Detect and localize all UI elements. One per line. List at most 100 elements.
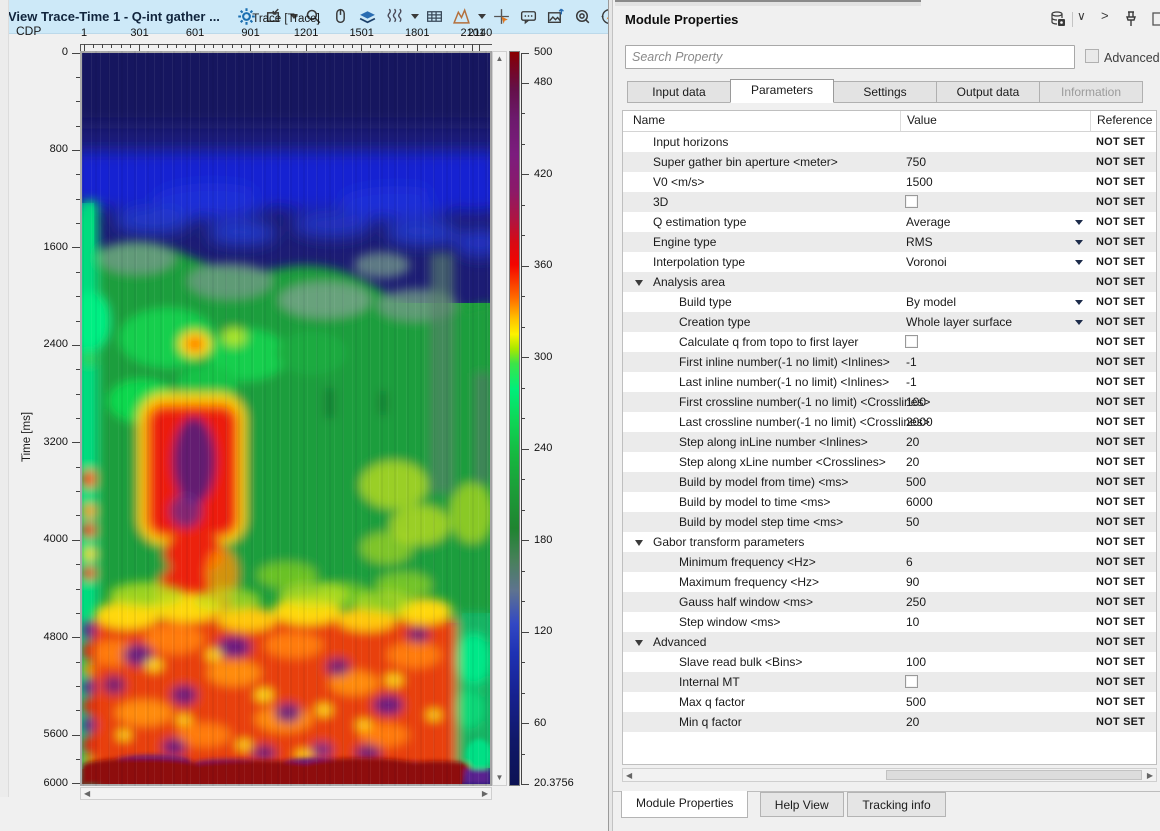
group-expand-icon[interactable]	[635, 280, 643, 286]
prop-name: Analysis area	[653, 275, 725, 289]
x-minor-tick	[324, 44, 325, 48]
reference-value: NOT SET	[1096, 596, 1145, 608]
table-row[interactable]: Q estimation typeAverageNOT SET	[623, 212, 1156, 232]
table-row[interactable]: Last inline number(-1 no limit) <Inlines…	[623, 372, 1156, 392]
scroll-right-icon[interactable]: ▶	[1147, 772, 1153, 780]
clipped-edge-icon[interactable]	[1152, 10, 1160, 28]
table-row[interactable]: Step along xLine number <Crosslines>20NO…	[623, 452, 1156, 472]
tab-output-data[interactable]: Output data	[936, 81, 1040, 103]
prop-checkbox[interactable]	[905, 675, 918, 688]
arrow-right-icon[interactable]: >	[1101, 8, 1109, 23]
table-row[interactable]: Calculate q from topo to first layerNOT …	[623, 332, 1156, 352]
bottom-tab-tracking-info[interactable]: Tracking info	[847, 792, 945, 817]
table-row[interactable]: Step along inLine number <Inlines>20NOT …	[623, 432, 1156, 452]
x-tick-label: 901	[231, 27, 271, 39]
plot-vertical-scrollbar[interactable]: ▲ ▼	[492, 51, 507, 786]
x-minor-tick	[102, 44, 103, 48]
dropdown-arrow-icon[interactable]	[1075, 260, 1083, 265]
table-row[interactable]: Min q factor20NOT SET	[623, 712, 1156, 732]
database-save-icon[interactable]	[1049, 10, 1067, 28]
table-row[interactable]: Last crossline number(-1 no limit) <Cros…	[623, 412, 1156, 432]
panel-grip-bar[interactable]	[615, 0, 921, 6]
prop-value[interactable]: Voronoi	[906, 255, 947, 269]
x-minor-tick	[315, 44, 316, 48]
table-row[interactable]: Engine typeRMSNOT SET	[623, 232, 1156, 252]
scroll-down-icon[interactable]: ▼	[493, 774, 506, 782]
table-row[interactable]: Internal MTNOT SET	[623, 672, 1156, 692]
bottom-tab-module-properties[interactable]: Module Properties	[621, 791, 748, 818]
table-row[interactable]: Minimum frequency <Hz>6NOT SET	[623, 552, 1156, 572]
colorbar-tick-label: 360	[534, 259, 594, 271]
scroll-left-icon[interactable]: ◀	[84, 790, 90, 798]
header-separator	[1072, 12, 1073, 27]
prop-value[interactable]: RMS	[906, 235, 933, 249]
prop-name: Slave read bulk <Bins>	[679, 655, 802, 669]
table-row[interactable]: Interpolation typeVoronoiNOT SET	[623, 252, 1156, 272]
tab-parameters[interactable]: Parameters	[730, 79, 834, 103]
column-value: Value	[907, 113, 937, 127]
colorbar-tick	[521, 266, 529, 267]
group-expand-icon[interactable]	[635, 640, 643, 646]
plot-horizontal-scrollbar[interactable]: ◀ ▶	[80, 787, 492, 800]
table-row[interactable]: Build by model to time <ms>6000NOT SET	[623, 492, 1156, 512]
dropdown-arrow-icon[interactable]	[1075, 240, 1083, 245]
search-input[interactable]	[625, 45, 1075, 69]
reference-value: NOT SET	[1096, 256, 1145, 268]
prop-value[interactable]: By model	[906, 295, 956, 309]
table-row[interactable]: Maximum frequency <Hz>90NOT SET	[623, 572, 1156, 592]
module-properties-panel: Module Properties ∨ > Advanced Input data…	[613, 0, 1160, 831]
table-row[interactable]: First inline number(-1 no limit) <Inline…	[623, 352, 1156, 372]
prop-checkbox[interactable]	[905, 195, 918, 208]
table-row[interactable]: AdvancedNOT SET	[623, 632, 1156, 652]
advanced-checkbox[interactable]	[1085, 49, 1099, 63]
pin-icon[interactable]	[1122, 10, 1140, 28]
colorbar-tick-label: 20.3756	[534, 777, 594, 789]
reference-value: NOT SET	[1096, 316, 1145, 328]
table-row[interactable]: 3DNOT SET	[623, 192, 1156, 212]
dropdown-arrow-icon[interactable]	[1075, 220, 1083, 225]
advanced-label: Advanced	[1104, 51, 1160, 65]
scrollbar-thumb[interactable]	[886, 770, 1142, 780]
table-row[interactable]: Max q factor500NOT SET	[623, 692, 1156, 712]
group-expand-icon[interactable]	[635, 540, 643, 546]
x-minor-tick	[407, 44, 408, 48]
table-row[interactable]: Creation typeWhole layer surfaceNOT SET	[623, 312, 1156, 332]
x-minor-tick	[463, 44, 464, 48]
prop-value: 1500	[906, 175, 933, 189]
table-horizontal-scrollbar[interactable]: ◀ ▶	[622, 768, 1157, 782]
tab-settings[interactable]: Settings	[833, 81, 937, 103]
table-row[interactable]: First crossline number(-1 no limit) <Cro…	[623, 392, 1156, 412]
table-row[interactable]: Super gather bin aperture <meter>750NOT …	[623, 152, 1156, 172]
prop-value[interactable]: Average	[906, 215, 950, 229]
reference-value: NOT SET	[1096, 196, 1145, 208]
table-row[interactable]: Gauss half window <ms>250NOT SET	[623, 592, 1156, 612]
reference-value: NOT SET	[1096, 516, 1145, 528]
scroll-right-icon[interactable]: ▶	[482, 790, 488, 798]
table-row[interactable]: Input horizonsNOT SET	[623, 132, 1156, 152]
table-row[interactable]: Build by model step time <ms>50NOT SET	[623, 512, 1156, 532]
bottom-tab-help-view[interactable]: Help View	[760, 792, 844, 817]
tab-information[interactable]: Information	[1039, 81, 1143, 103]
prop-name: Advanced	[653, 635, 706, 649]
prop-name: Build by model from time) <ms>	[679, 475, 848, 489]
table-row[interactable]: V0 <m/s>1500NOT SET	[623, 172, 1156, 192]
table-row[interactable]: Build by model from time) <ms>500NOT SET	[623, 472, 1156, 492]
reference-value: NOT SET	[1096, 476, 1145, 488]
prop-value[interactable]: Whole layer surface	[906, 315, 1012, 329]
table-row[interactable]: Gabor transform parametersNOT SET	[623, 532, 1156, 552]
scroll-left-icon[interactable]: ◀	[626, 772, 632, 780]
table-row[interactable]: Build typeBy modelNOT SET	[623, 292, 1156, 312]
dropdown-arrow-icon[interactable]	[1075, 320, 1083, 325]
dropdown-arrow-icon[interactable]	[1075, 300, 1083, 305]
y-tick-label: 6000	[20, 777, 68, 789]
table-header: Name Value Reference	[623, 111, 1156, 132]
chevron-down-icon[interactable]: ∨	[1077, 8, 1086, 23]
table-row[interactable]: Slave read bulk <Bins>100NOT SET	[623, 652, 1156, 672]
reference-value: NOT SET	[1096, 216, 1145, 228]
tab-input-data[interactable]: Input data	[627, 81, 731, 103]
prop-checkbox[interactable]	[905, 335, 918, 348]
scroll-up-icon[interactable]: ▲	[493, 55, 506, 63]
table-row[interactable]: Step window <ms>10NOT SET	[623, 612, 1156, 632]
table-row[interactable]: Analysis areaNOT SET	[623, 272, 1156, 292]
prop-value: 20	[906, 435, 919, 449]
